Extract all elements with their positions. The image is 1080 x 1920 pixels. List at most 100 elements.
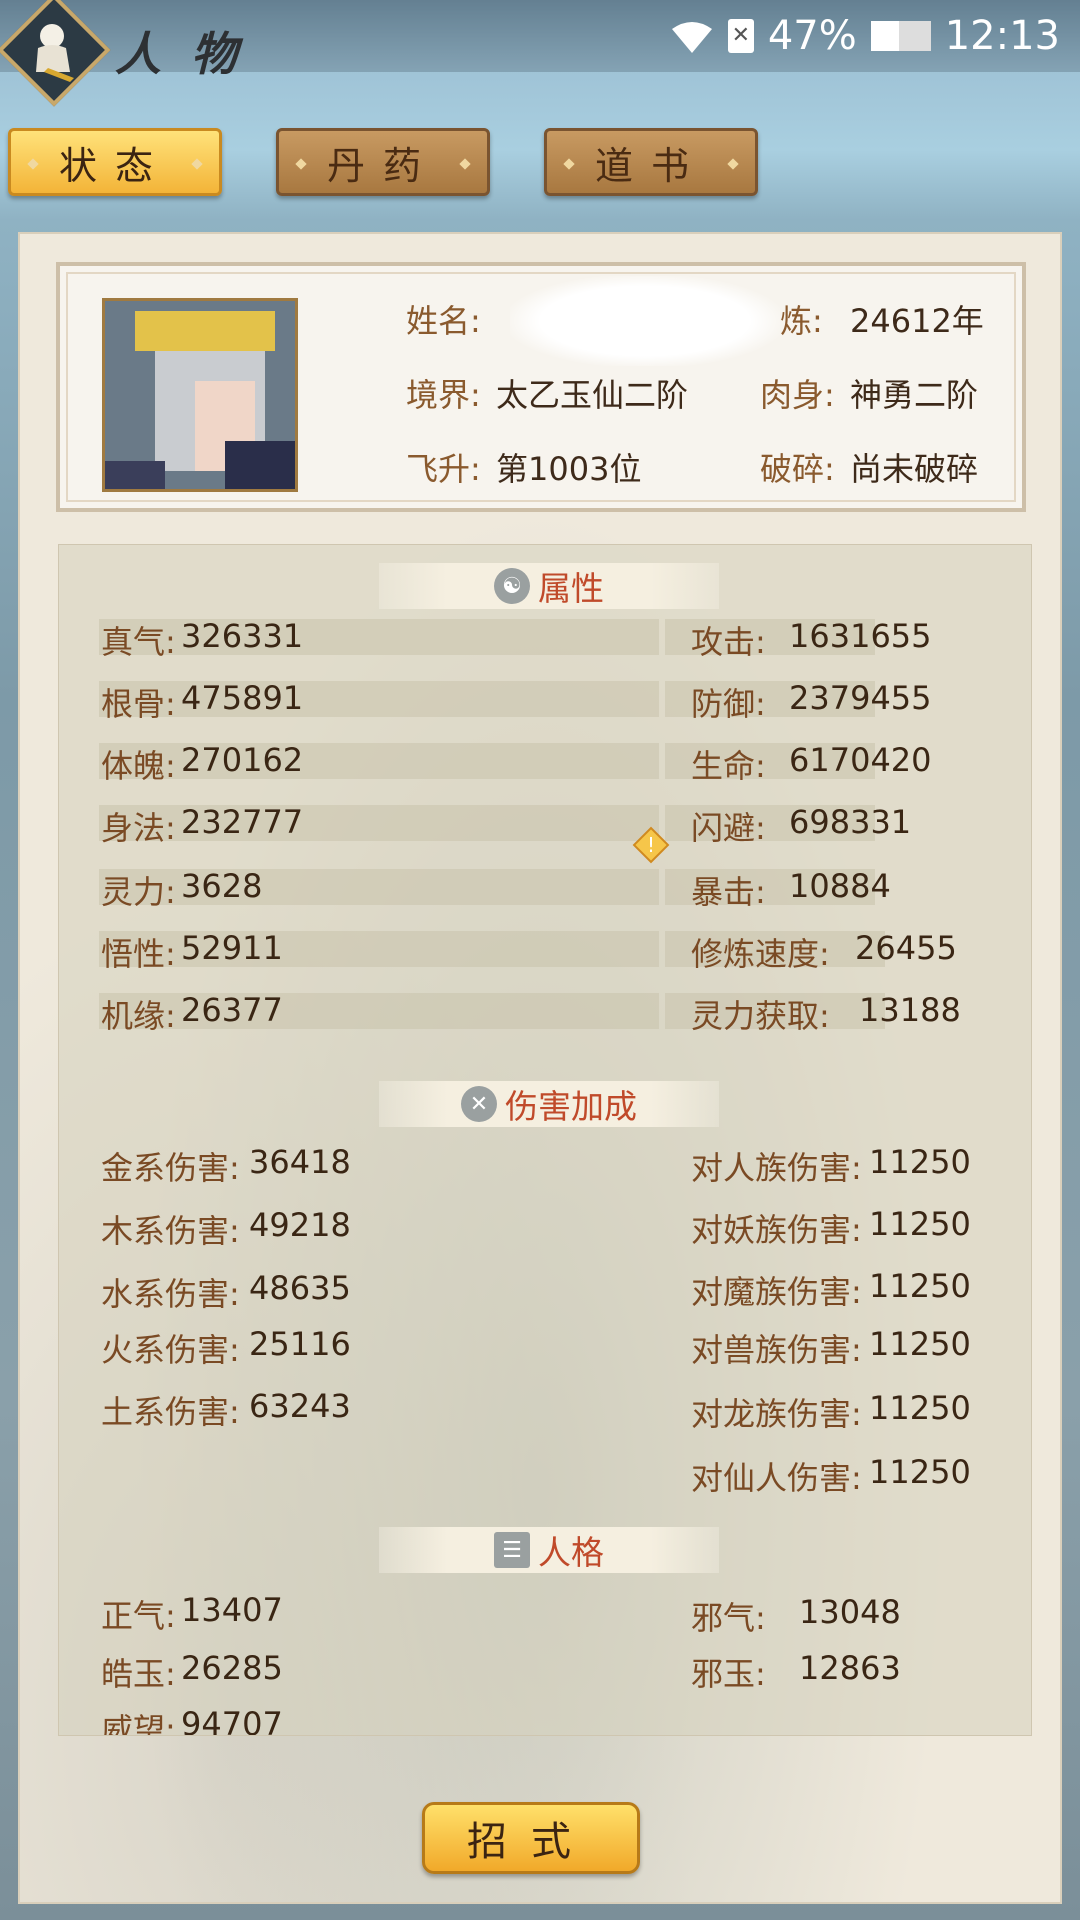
tab-books[interactable]: 道书 (544, 128, 758, 196)
tab-status-label: 状态 (58, 143, 171, 188)
damage-value: 11250 (869, 1205, 971, 1243)
stat-label: 根骨: (101, 685, 176, 723)
stat-label: 灵力: (101, 873, 176, 911)
stat-value: 2379455 (789, 679, 932, 717)
name-label: 姓名: (406, 302, 481, 340)
damage-title: 伤害加成 (505, 1087, 637, 1126)
personality-label: 皓玉: (101, 1655, 176, 1693)
sim-icon: ✕ (727, 19, 754, 53)
damage-label: 对仙人伤害: (691, 1459, 862, 1497)
wifi-icon (670, 19, 714, 53)
stat-value: 52911 (181, 929, 283, 967)
damage-label: 对龙族伤害: (691, 1395, 862, 1433)
crossed-swords-icon: ✕ (461, 1086, 497, 1122)
personality-value: 12863 (799, 1649, 901, 1687)
damage-value: 49218 (249, 1206, 351, 1244)
stats-panel: ☯ 属性 真气: 326331 根骨: 475891 体魄: 270162 身法… (58, 544, 1032, 1736)
damage-label: 水系伤害: (101, 1275, 240, 1313)
damage-label: 木系伤害: (101, 1212, 240, 1250)
damage-value: 11250 (869, 1267, 971, 1305)
stat-value: 698331 (789, 803, 912, 841)
stat-label: 身法: (101, 809, 176, 847)
cultivation-value: 24612年 (850, 302, 984, 340)
stat-label: 防御: (691, 685, 766, 723)
damage-value: 11250 (869, 1143, 971, 1181)
damage-value: 11250 (869, 1453, 971, 1491)
stat-value: 475891 (181, 679, 304, 717)
realm-label: 境界: (406, 376, 481, 414)
yinyang-icon: ☯ (494, 568, 530, 604)
tab-status[interactable]: 状态 (8, 128, 222, 196)
stat-label: 攻击: (691, 623, 766, 661)
damage-label: 对妖族伤害: (691, 1211, 862, 1249)
personality-title: 人格 (538, 1533, 604, 1572)
stat-value: 232777 (181, 803, 304, 841)
personality-label: 邪气: (691, 1599, 766, 1637)
stat-value: 13188 (859, 991, 961, 1029)
stat-label: 修炼速度: (691, 935, 830, 973)
book-icon: ☰ (494, 1532, 530, 1568)
damage-label: 对兽族伤害: (691, 1331, 862, 1369)
main-panel: 姓名: 炼: 24612年 境界: 太乙玉仙二阶 肉身: 神勇二阶 飞升: 第1… (18, 232, 1062, 1904)
stat-value: 6170420 (789, 741, 932, 779)
tab-books-label: 道书 (594, 143, 707, 188)
avatar[interactable] (102, 298, 298, 492)
page-title: 人物 (115, 27, 267, 81)
stat-value: 26455 (855, 929, 957, 967)
damage-value: 36418 (249, 1143, 351, 1181)
skills-button-label: 招式 (467, 1819, 595, 1865)
damage-value: 11250 (869, 1325, 971, 1363)
profile-card: 姓名: 炼: 24612年 境界: 太乙玉仙二阶 肉身: 神勇二阶 飞升: 第1… (56, 262, 1026, 512)
personality-value: 13048 (799, 1593, 901, 1631)
tab-pills[interactable]: 丹药 (276, 128, 490, 196)
stat-value: 26377 (181, 991, 283, 1029)
attributes-title: 属性 (538, 569, 604, 608)
damage-value: 48635 (249, 1269, 351, 1307)
personality-label: 邪玉: (691, 1655, 766, 1693)
stat-value: 1631655 (789, 617, 932, 655)
personality-value: 13407 (181, 1591, 283, 1629)
body-label: 肉身: (760, 376, 835, 414)
ascend-value: 第1003位 (496, 450, 642, 488)
svg-text:!: ! (647, 833, 655, 857)
personality-label: 正气: (101, 1597, 176, 1635)
realm-value: 太乙玉仙二阶 (496, 376, 689, 414)
damage-header: ✕ 伤害加成 (379, 1081, 719, 1127)
header: 人物 (0, 0, 330, 107)
damage-value: 11250 (869, 1389, 971, 1427)
battery-percent: 47% (767, 13, 857, 59)
body-value: 神勇二阶 (850, 376, 979, 414)
damage-label: 对人族伤害: (691, 1149, 862, 1187)
damage-label: 土系伤害: (101, 1393, 240, 1431)
stat-label: 悟性: (101, 935, 176, 973)
stat-label: 生命: (691, 747, 766, 785)
stat-label: 真气: (101, 623, 176, 661)
damage-label: 金系伤害: (101, 1149, 240, 1187)
battery-icon (870, 21, 931, 51)
damage-value: 25116 (249, 1325, 351, 1363)
stat-label: 灵力获取: (691, 997, 830, 1035)
stat-value: 3628 (181, 867, 263, 905)
stat-label: 闪避: (691, 809, 766, 847)
stat-value: 10884 (789, 867, 891, 905)
name-redaction (510, 276, 780, 366)
stat-value: 270162 (181, 741, 304, 779)
attributes-header: ☯ 属性 (379, 563, 719, 609)
character-emblem-icon (36, 24, 74, 82)
ascend-label: 飞升: (406, 450, 481, 488)
tab-pills-label: 丹药 (326, 143, 439, 188)
personality-value: 26285 (181, 1649, 283, 1687)
clock: 12:13 (944, 13, 1060, 59)
damage-value: 63243 (249, 1387, 351, 1425)
stat-value: 326331 (181, 617, 304, 655)
damage-label: 对魔族伤害: (691, 1273, 862, 1311)
personality-value: 94707 (181, 1705, 283, 1736)
damage-label: 火系伤害: (101, 1331, 240, 1369)
stat-label: 机缘: (101, 997, 176, 1035)
personality-label: 威望: (101, 1711, 176, 1736)
warning-icon[interactable]: ! (631, 825, 671, 865)
shatter-label: 破碎: (760, 450, 835, 488)
skills-button[interactable]: 招式 (422, 1802, 640, 1874)
shatter-value: 尚未破碎 (850, 450, 979, 488)
stat-label: 体魄: (101, 747, 176, 785)
